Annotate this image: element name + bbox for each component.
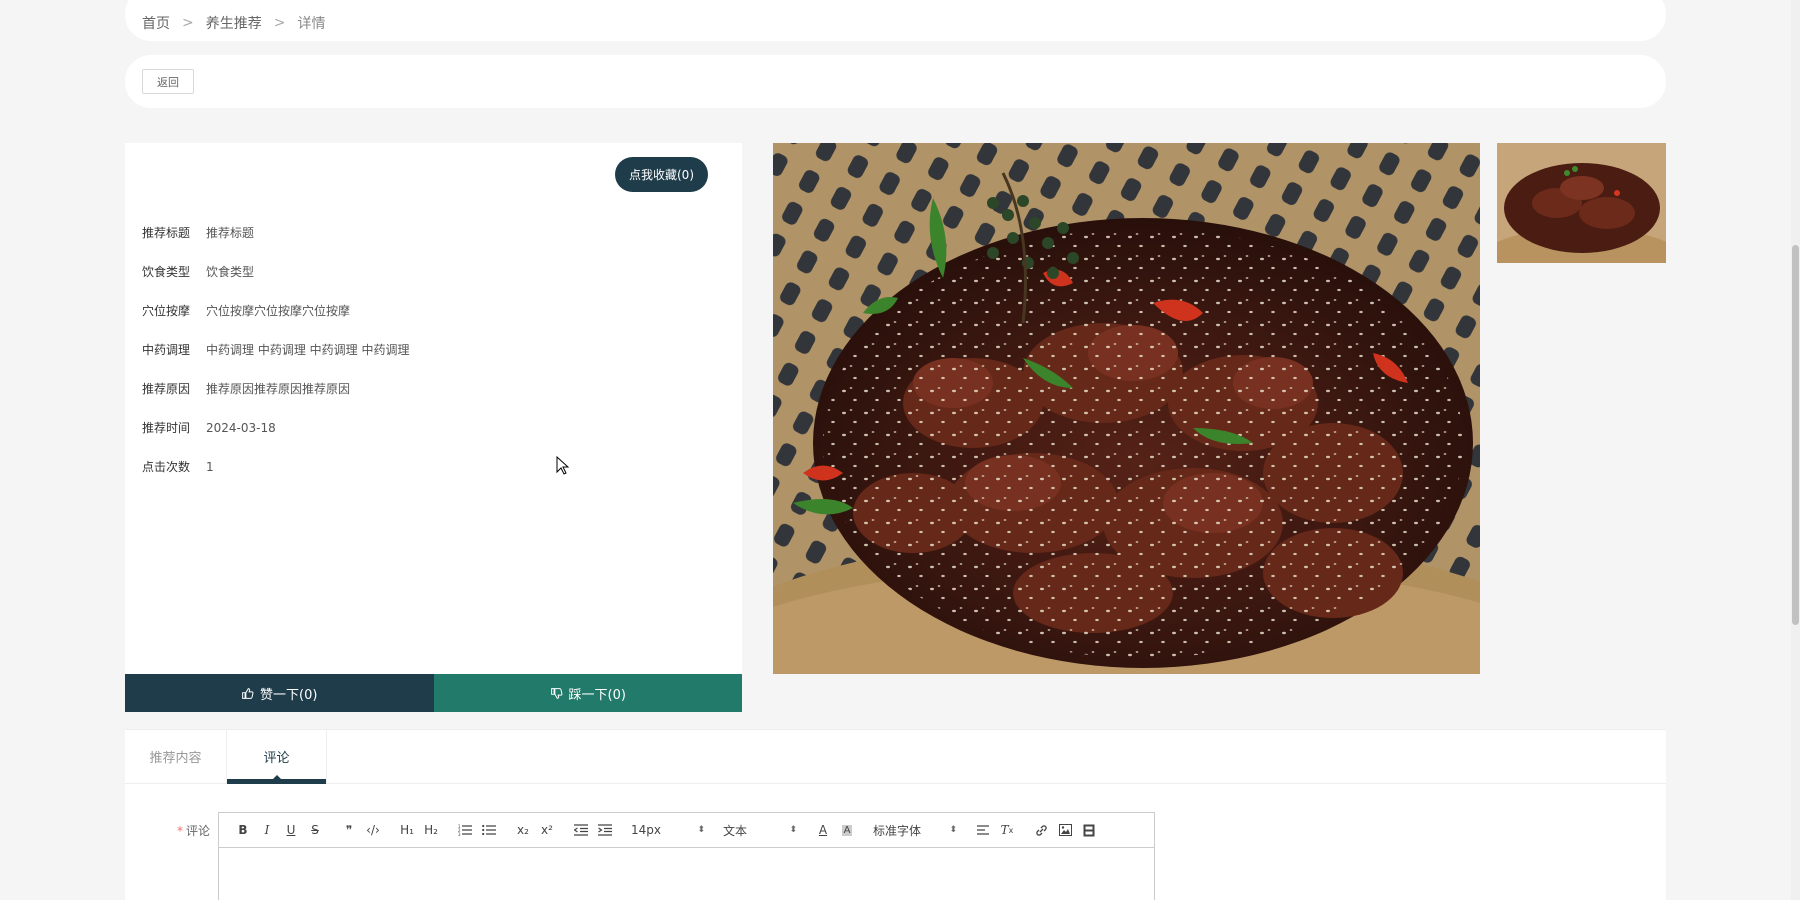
bold-icon[interactable]: B xyxy=(231,818,255,842)
text-style-value: 文本 xyxy=(723,823,748,838)
font-size-select[interactable]: 14px ⬍ xyxy=(627,823,709,837)
editor-content-area[interactable] xyxy=(219,848,1154,900)
detail-label: 饮食类型 xyxy=(142,265,191,279)
dislike-button[interactable]: 踩一下(0) xyxy=(433,674,742,712)
font-size-value: 14px xyxy=(631,823,661,837)
subscript-icon[interactable]: x₂ xyxy=(511,818,535,842)
detail-label: 推荐原因 xyxy=(142,382,191,396)
detail-value: 推荐标题 xyxy=(206,226,255,240)
comment-label-text: 评论 xyxy=(186,824,211,838)
align-icon[interactable] xyxy=(971,818,995,842)
main-food-image xyxy=(773,143,1480,674)
mouse-cursor-icon xyxy=(556,456,570,475)
blockquote-icon[interactable]: ❞ xyxy=(337,818,361,842)
detail-value: 中药调理 中药调理 中药调理 中药调理 xyxy=(206,343,410,357)
required-mark: * xyxy=(177,824,183,838)
food-thumbnail-illustration xyxy=(1497,143,1666,263)
detail-row-title: 推荐标题 推荐标题 xyxy=(142,213,409,252)
breadcrumb-category[interactable]: 养生推荐 xyxy=(206,13,262,33)
breadcrumb-current: 详情 xyxy=(297,15,326,32)
link-icon[interactable] xyxy=(1029,818,1053,842)
detail-value: 2024-03-18 xyxy=(206,420,276,435)
detail-row-reason: 推荐原因 推荐原因推荐原因推荐原因 xyxy=(142,369,409,408)
thumbs-up-icon xyxy=(242,687,254,699)
underline-icon[interactable]: U xyxy=(279,818,303,842)
detail-row-acupressure: 穴位按摩 穴位按摩穴位按摩穴位按摩 xyxy=(142,291,409,330)
content-tabs-area: 推荐内容 评论 * 评论 B I U S ❞ ‹/› H₁ H₂ 123 x₂ … xyxy=(125,729,1666,900)
select-arrow-icon: ⬍ xyxy=(949,825,957,835)
detail-label: 推荐时间 xyxy=(142,421,191,435)
image-icon[interactable] xyxy=(1053,818,1077,842)
like-label: 赞一下(0) xyxy=(260,687,318,703)
detail-label: 中药调理 xyxy=(142,343,191,357)
breadcrumb-separator: > xyxy=(273,14,286,31)
strikethrough-icon[interactable]: S xyxy=(303,818,327,842)
detail-row-diet-type: 饮食类型 饮食类型 xyxy=(142,252,409,291)
detail-row-herbal: 中药调理 中药调理 中药调理 中药调理 中药调理 xyxy=(142,330,409,369)
background-color-icon[interactable]: A xyxy=(835,818,859,842)
detail-label: 穴位按摩 xyxy=(142,304,191,318)
font-family-value: 标准字体 xyxy=(873,823,922,838)
heading-1-icon[interactable]: H₁ xyxy=(395,818,419,842)
heading-2-icon[interactable]: H₂ xyxy=(419,818,443,842)
font-color-icon[interactable]: A xyxy=(811,818,835,842)
vote-bar: 赞一下(0) 踩一下(0) xyxy=(125,674,742,712)
select-arrow-icon: ⬍ xyxy=(789,825,797,835)
code-block-icon[interactable]: ‹/› xyxy=(361,818,385,842)
clear-format-icon[interactable]: Tx xyxy=(995,818,1019,842)
video-icon[interactable] xyxy=(1077,818,1101,842)
favorite-button[interactable]: 点我收藏(0) xyxy=(615,157,708,192)
outdent-icon[interactable] xyxy=(569,818,593,842)
detail-row-time: 推荐时间 2024-03-18 xyxy=(142,408,409,447)
font-family-select[interactable]: 标准字体 ⬍ xyxy=(869,822,961,839)
page-scrollbar[interactable] xyxy=(1791,0,1800,900)
text-style-select[interactable]: 文本 ⬍ xyxy=(719,822,801,839)
rich-text-editor: B I U S ❞ ‹/› H₁ H₂ 123 x₂ x² 14px ⬍ 文本 … xyxy=(218,812,1155,900)
like-button[interactable]: 赞一下(0) xyxy=(125,674,434,712)
detail-list: 推荐标题 推荐标题 饮食类型 饮食类型 穴位按摩 穴位按摩穴位按摩穴位按摩 中药… xyxy=(142,213,409,486)
breadcrumb: 首页 > 养生推荐 > 详情 xyxy=(125,0,1666,41)
superscript-icon[interactable]: x² xyxy=(535,818,559,842)
tab-bar: 推荐内容 评论 xyxy=(125,730,1666,784)
detail-label: 推荐标题 xyxy=(142,226,191,240)
scrollbar-thumb[interactable] xyxy=(1792,245,1799,625)
tab-recommend-content[interactable]: 推荐内容 xyxy=(125,730,226,783)
detail-value: 穴位按摩穴位按摩穴位按摩 xyxy=(206,304,351,318)
svg-text:3: 3 xyxy=(458,832,461,836)
detail-row-clicks: 点击次数 1 xyxy=(142,447,409,486)
thumbnail-image[interactable] xyxy=(1497,143,1666,263)
editor-toolbar: B I U S ❞ ‹/› H₁ H₂ 123 x₂ x² 14px ⬍ 文本 … xyxy=(219,813,1154,848)
detail-panel: 点我收藏(0) 推荐标题 推荐标题 饮食类型 饮食类型 穴位按摩 穴位按摩穴位按… xyxy=(125,143,742,712)
breadcrumb-separator: > xyxy=(182,14,194,31)
back-bar: 返回 xyxy=(125,55,1666,108)
breadcrumb-home[interactable]: 首页 xyxy=(142,13,170,33)
bullet-list-icon[interactable] xyxy=(477,818,501,842)
food-photo-illustration xyxy=(773,143,1480,674)
dislike-label: 踩一下(0) xyxy=(568,687,626,703)
detail-value: 1 xyxy=(206,459,214,474)
indent-icon[interactable] xyxy=(593,818,617,842)
detail-value: 饮食类型 xyxy=(206,265,255,279)
thumbs-down-icon xyxy=(550,687,562,699)
tab-comment[interactable]: 评论 xyxy=(226,730,327,784)
comment-label: * 评论 xyxy=(177,822,210,839)
detail-value: 推荐原因推荐原因推荐原因 xyxy=(206,382,351,396)
select-arrow-icon: ⬍ xyxy=(697,825,705,835)
ordered-list-icon[interactable]: 123 xyxy=(453,818,477,842)
italic-icon[interactable]: I xyxy=(255,818,279,842)
back-button[interactable]: 返回 xyxy=(142,69,194,94)
detail-label: 点击次数 xyxy=(142,460,191,474)
